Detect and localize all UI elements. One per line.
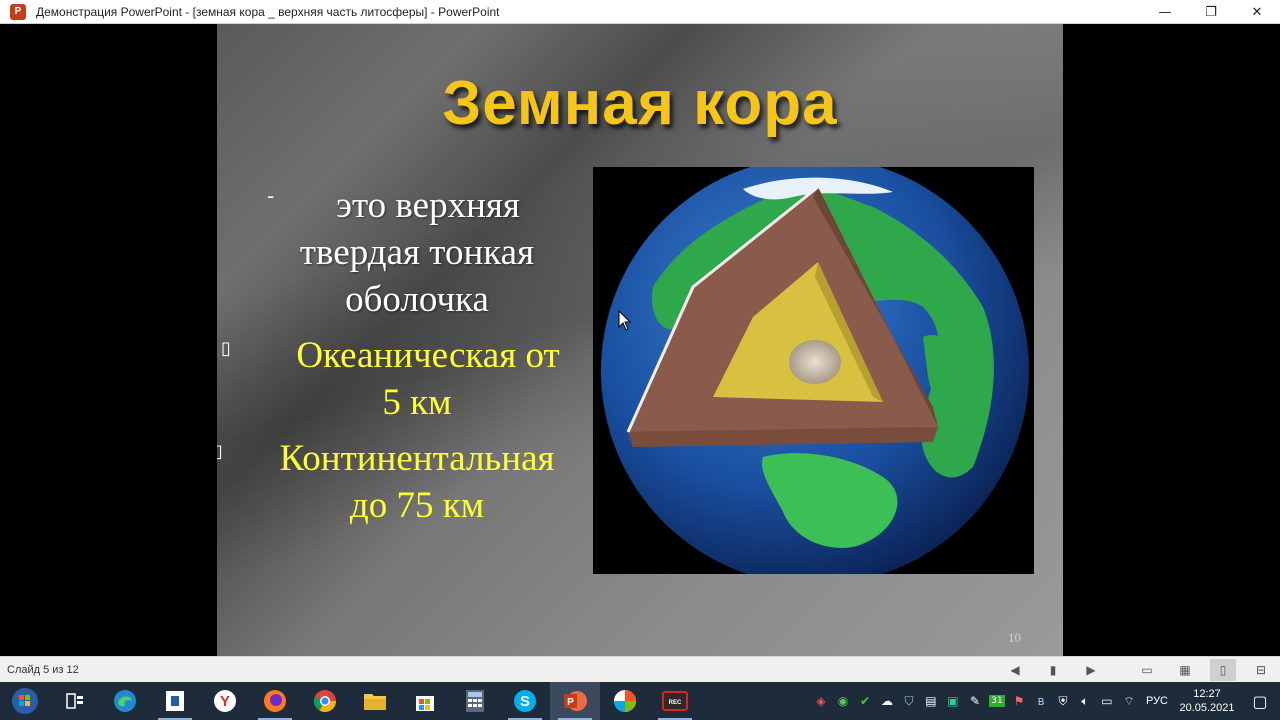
system-tray: ◈ ◉ ✔ ☁ ⛉ ▤ ▣ ✎ 31 ⚑ ʙ ⛨ 🔈︎ ▭ ⌔ РУС 12:2… xyxy=(810,682,1280,720)
slide-sorter-thumb-icon[interactable]: ▮ xyxy=(1040,659,1066,681)
edge-icon[interactable] xyxy=(100,682,150,720)
calendar-icon[interactable]: 31 xyxy=(986,682,1008,720)
clock-date: 20.05.2021 xyxy=(1179,702,1235,714)
slideshow-icon[interactable]: ⊟ xyxy=(1248,659,1274,681)
prev-slide-icon[interactable]: ◀ xyxy=(1002,659,1028,681)
earth-cross-section-image xyxy=(593,167,1034,574)
next-slide-icon[interactable]: ▶ xyxy=(1078,659,1104,681)
mouse-cursor-icon xyxy=(618,310,632,331)
bullet-oceanic: ▯ Океаническая от 5 км xyxy=(221,332,597,426)
box-bullet-icon: ▯ xyxy=(221,338,231,359)
window-titlebar: P Демонстрация PowerPoint - [земная кора… xyxy=(0,0,1280,24)
reading-view-icon[interactable]: ▯ xyxy=(1210,659,1236,681)
slide-sorter-icon[interactable]: ▦ xyxy=(1172,659,1198,681)
bullet-continental: ▯ Континентальная до 75 км xyxy=(217,435,597,529)
window-controls: — ❐ ✕ xyxy=(1142,0,1280,24)
box-bullet-icon: ▯ xyxy=(217,441,223,462)
tray-security-icon[interactable]: ◉ xyxy=(832,682,854,720)
defender-icon[interactable]: ⛉ xyxy=(898,682,920,720)
definition-line: твердая тонкая xyxy=(299,232,535,273)
wifi-icon[interactable]: ⌔ xyxy=(1118,682,1140,720)
svg-text:Y: Y xyxy=(220,693,230,710)
definition-item: - это верхняя твердая тонкая оболочка xyxy=(237,182,597,323)
windows-logo-icon xyxy=(12,688,38,714)
dash-bullet-icon: - xyxy=(267,184,275,208)
chrome-icon[interactable] xyxy=(300,682,350,720)
screen-recorder-icon[interactable]: REC xyxy=(650,682,700,720)
task-view-icon[interactable] xyxy=(50,682,100,720)
notifications-icon[interactable]: ▢ xyxy=(1240,682,1280,720)
statusbar: Слайд 5 из 12 ◀ ▮ ▶ ▭ ▦ ▯ ⊟ xyxy=(0,656,1280,682)
tray-green-app-icon[interactable]: ▣ xyxy=(942,682,964,720)
definition-line: оболочка xyxy=(345,279,489,320)
file-explorer-icon[interactable] xyxy=(350,682,400,720)
restore-button[interactable]: ❐ xyxy=(1188,0,1234,24)
slide[interactable]: Земная кора - это верхняя твердая тонкая… xyxy=(217,24,1063,656)
tray-flag-icon[interactable]: ⚑ xyxy=(1008,682,1030,720)
window-title: Демонстрация PowerPoint - [земная кора _… xyxy=(36,4,500,19)
photos-icon[interactable] xyxy=(600,682,650,720)
normal-view-icon[interactable]: ▭ xyxy=(1134,659,1160,681)
slide-title: Земная кора xyxy=(442,69,838,138)
input-language[interactable]: РУС xyxy=(1146,695,1168,707)
bullet-line: до 75 км xyxy=(349,485,485,526)
tray-pen-icon[interactable]: ✎ xyxy=(964,682,986,720)
svg-text:S: S xyxy=(520,693,530,710)
clock-time: 12:27 xyxy=(1193,688,1221,700)
tray-drive-icon[interactable]: ▤ xyxy=(920,682,942,720)
svg-text:P: P xyxy=(567,697,574,708)
bullet-line: Океаническая от xyxy=(296,335,560,376)
calendar-badge: 31 xyxy=(989,695,1005,707)
bluetooth-icon[interactable]: ʙ xyxy=(1030,682,1052,720)
skype-icon[interactable]: S xyxy=(500,682,550,720)
earth-cross-section-icon xyxy=(593,167,1034,574)
minimize-button[interactable]: — xyxy=(1142,0,1188,24)
tray-check-icon[interactable]: ✔ xyxy=(854,682,876,720)
bullet-line: Континентальная xyxy=(279,438,555,479)
calculator-icon[interactable] xyxy=(450,682,500,720)
onedrive-icon[interactable]: ☁ xyxy=(876,682,898,720)
slide-text-block: - это верхняя твердая тонкая оболочка ▯ … xyxy=(217,182,597,529)
definition-line: это верхняя xyxy=(336,185,520,226)
clock[interactable]: 12:27 20.05.2021 xyxy=(1174,687,1240,715)
vpn-app-icon[interactable] xyxy=(150,682,200,720)
bullet-line: 5 км xyxy=(382,382,452,423)
slide-number: 10 xyxy=(1008,630,1021,645)
taskbar: Y S P REC ◈ ◉ ✔ ☁ ⛉ ▤ ▣ ✎ 31 ⚑ ʙ ⛨ 🔈︎ ▭ xyxy=(0,682,1280,720)
svg-text:REC: REC xyxy=(669,700,682,706)
slideshow-stage[interactable]: Земная кора - это верхняя твердая тонкая… xyxy=(0,24,1280,656)
close-button[interactable]: ✕ xyxy=(1234,0,1280,24)
tray-app-icon[interactable]: ◈ xyxy=(810,682,832,720)
slide-counter: Слайд 5 из 12 xyxy=(7,663,79,676)
battery-icon[interactable]: ▭ xyxy=(1096,682,1118,720)
volume-icon[interactable]: 🔈︎ xyxy=(1074,682,1096,720)
firefox-icon[interactable] xyxy=(250,682,300,720)
shield-icon[interactable]: ⛨ xyxy=(1052,682,1074,720)
yandex-icon[interactable]: Y xyxy=(200,682,250,720)
store-icon[interactable] xyxy=(400,682,450,720)
view-controls: ◀ ▮ ▶ ▭ ▦ ▯ ⊟ xyxy=(996,657,1280,683)
start-button[interactable] xyxy=(0,682,50,720)
powerpoint-icon: P xyxy=(10,3,26,20)
powerpoint-taskbar-icon[interactable]: P xyxy=(550,682,600,720)
